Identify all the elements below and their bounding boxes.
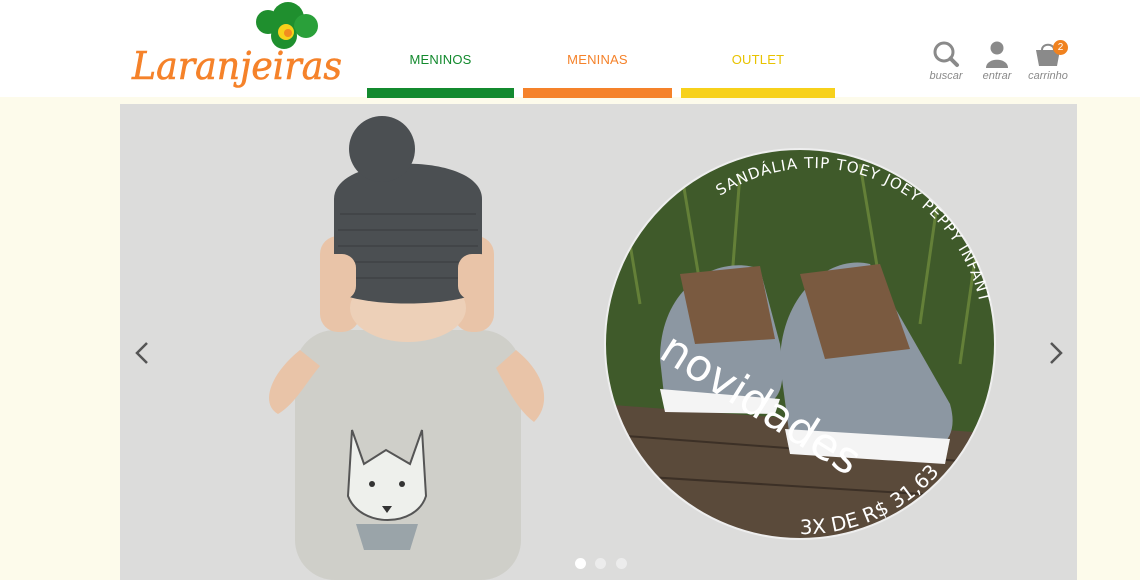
search-button[interactable]: buscar xyxy=(921,40,971,82)
cart-label: carrinho xyxy=(1028,70,1068,82)
nav-outlet-label: OUTLET xyxy=(731,52,785,67)
slide-dot-2[interactable] xyxy=(595,558,607,569)
logo-text: Laranjeiras xyxy=(131,44,342,88)
chevron-left-icon xyxy=(135,342,148,364)
login-button[interactable]: entrar xyxy=(972,40,1022,82)
cart-button[interactable]: 2 carrinho xyxy=(1023,40,1073,82)
slide-dot-1[interactable] xyxy=(575,558,586,569)
orange-tree-emblem xyxy=(256,2,318,49)
nav-meninos-label: MENINOS xyxy=(409,52,472,67)
prev-slide-arrow[interactable] xyxy=(128,338,158,368)
chevron-right-icon xyxy=(1050,342,1063,364)
search-label: buscar xyxy=(929,70,963,82)
nav-meninos[interactable]: MENINOS xyxy=(367,40,514,98)
next-slide-arrow[interactable] xyxy=(1040,338,1070,368)
cart-count-badge: 2 xyxy=(1053,40,1068,55)
nav-meninos-bar xyxy=(367,88,514,98)
nav-meninas-label: MENINAS xyxy=(567,52,628,67)
hero-artwork: SANDÁLIA TIP TOEY JOEY PEPPY INFANTIL no… xyxy=(120,104,1077,580)
nav-outlet[interactable]: OUTLET xyxy=(681,40,835,98)
search-icon xyxy=(933,41,959,67)
slide-indicators xyxy=(575,556,632,574)
site-header: Laranjeiras MENINOS MENINAS OUTLET busca… xyxy=(0,0,1140,98)
slide-dot-3[interactable] xyxy=(615,558,627,569)
user-icon xyxy=(986,41,1008,68)
login-label: entrar xyxy=(982,70,1012,82)
hero-banner[interactable]: SANDÁLIA TIP TOEY JOEY PEPPY INFANTIL no… xyxy=(120,104,1077,580)
brand-logo[interactable]: Laranjeiras xyxy=(128,0,348,90)
nav-outlet-bar xyxy=(681,88,835,98)
nav-meninas[interactable]: MENINAS xyxy=(523,40,672,98)
nav-meninas-bar xyxy=(523,88,672,98)
